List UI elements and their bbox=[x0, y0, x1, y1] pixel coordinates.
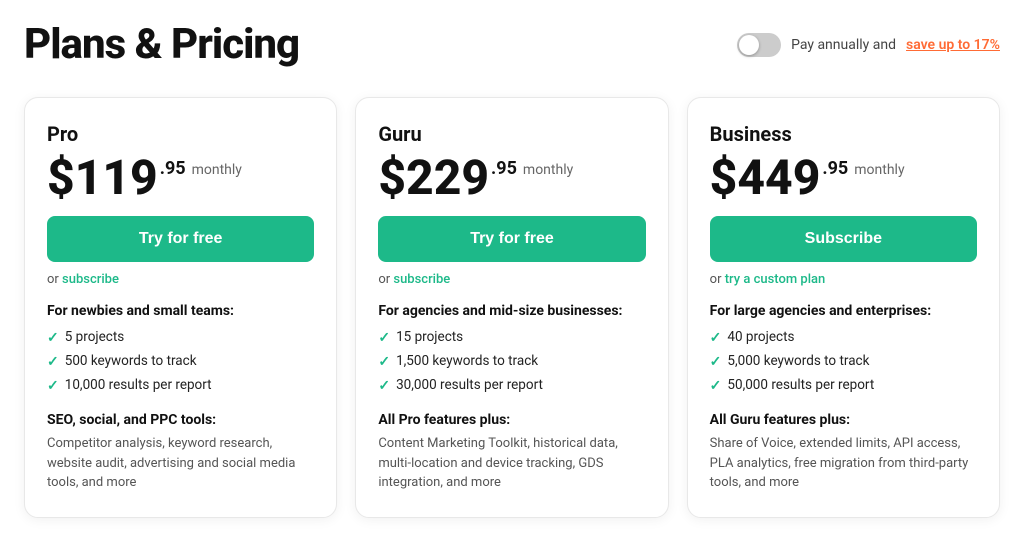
guru-tools-label: All Pro features plus: bbox=[378, 412, 645, 428]
business-tools-desc: Share of Voice, extended limits, API acc… bbox=[710, 434, 977, 493]
business-price-period: monthly bbox=[854, 162, 904, 178]
business-plan-name: Business bbox=[710, 122, 977, 146]
pro-or-text: or bbox=[47, 272, 62, 287]
list-item: ✓15 projects bbox=[378, 329, 645, 346]
check-icon: ✓ bbox=[710, 378, 722, 394]
page-header: Plans & Pricing Pay annually and save up… bbox=[24, 20, 1000, 69]
guru-plan-name: Guru bbox=[378, 122, 645, 146]
pro-audience-label: For newbies and small teams: bbox=[47, 303, 314, 319]
plan-card-business: Business $449 .95 monthly Subscribe or t… bbox=[687, 97, 1000, 518]
pro-price-period: monthly bbox=[192, 162, 242, 178]
guru-cta-button[interactable]: Try for free bbox=[378, 216, 645, 262]
plan-card-pro: Pro $119 .95 monthly Try for free or sub… bbox=[24, 97, 337, 518]
guru-audience-label: For agencies and mid-size businesses: bbox=[378, 303, 645, 319]
list-item: ✓5 projects bbox=[47, 329, 314, 346]
business-price-row: $449 .95 monthly bbox=[710, 154, 977, 202]
list-item: ✓1,500 keywords to track bbox=[378, 353, 645, 370]
check-icon: ✓ bbox=[47, 378, 59, 394]
pro-price-row: $119 .95 monthly bbox=[47, 154, 314, 202]
plans-container: Pro $119 .95 monthly Try for free or sub… bbox=[24, 97, 1000, 518]
annual-billing-toggle[interactable] bbox=[737, 33, 781, 57]
check-icon: ✓ bbox=[378, 378, 390, 394]
list-item: ✓500 keywords to track bbox=[47, 353, 314, 370]
business-audience-label: For large agencies and enterprises: bbox=[710, 303, 977, 319]
guru-price-period: monthly bbox=[523, 162, 573, 178]
check-icon: ✓ bbox=[378, 354, 390, 370]
check-icon: ✓ bbox=[378, 330, 390, 346]
pro-feature-list: ✓5 projects ✓500 keywords to track ✓10,0… bbox=[47, 329, 314, 394]
business-subscribe-area: or try a custom plan bbox=[710, 272, 977, 287]
pro-price-cents: .95 bbox=[160, 158, 186, 179]
guru-price-cents: .95 bbox=[491, 158, 517, 179]
pro-price-main: $119 bbox=[47, 154, 158, 202]
plan-card-guru: Guru $229 .95 monthly Try for free or su… bbox=[355, 97, 668, 518]
billing-toggle-area: Pay annually and save up to 17% bbox=[737, 33, 1000, 57]
list-item: ✓5,000 keywords to track bbox=[710, 353, 977, 370]
list-item: ✓30,000 results per report bbox=[378, 377, 645, 394]
pro-subscribe-link[interactable]: subscribe bbox=[62, 272, 119, 287]
list-item: ✓50,000 results per report bbox=[710, 377, 977, 394]
business-tools-label: All Guru features plus: bbox=[710, 412, 977, 428]
pro-subscribe-area: or subscribe bbox=[47, 272, 314, 287]
guru-subscribe-link[interactable]: subscribe bbox=[393, 272, 450, 287]
page-title: Plans & Pricing bbox=[24, 20, 299, 69]
toggle-knob bbox=[739, 35, 759, 55]
list-item: ✓40 projects bbox=[710, 329, 977, 346]
pro-tools-label: SEO, social, and PPC tools: bbox=[47, 412, 314, 428]
pro-tools-desc: Competitor analysis, keyword research, w… bbox=[47, 434, 314, 493]
business-price-cents: .95 bbox=[822, 158, 848, 179]
business-or-text: or bbox=[710, 272, 725, 287]
check-icon: ✓ bbox=[47, 330, 59, 346]
guru-subscribe-area: or subscribe bbox=[378, 272, 645, 287]
list-item: ✓10,000 results per report bbox=[47, 377, 314, 394]
pro-cta-button[interactable]: Try for free bbox=[47, 216, 314, 262]
guru-price-main: $229 bbox=[378, 154, 489, 202]
guru-or-text: or bbox=[378, 272, 393, 287]
business-cta-button[interactable]: Subscribe bbox=[710, 216, 977, 262]
guru-tools-desc: Content Marketing Toolkit, historical da… bbox=[378, 434, 645, 493]
business-feature-list: ✓40 projects ✓5,000 keywords to track ✓5… bbox=[710, 329, 977, 394]
check-icon: ✓ bbox=[710, 330, 722, 346]
billing-label: Pay annually and bbox=[791, 37, 896, 53]
guru-feature-list: ✓15 projects ✓1,500 keywords to track ✓3… bbox=[378, 329, 645, 394]
save-text: save up to 17% bbox=[906, 37, 1000, 53]
check-icon: ✓ bbox=[710, 354, 722, 370]
business-price-main: $449 bbox=[710, 154, 821, 202]
pro-plan-name: Pro bbox=[47, 122, 314, 146]
guru-price-row: $229 .95 monthly bbox=[378, 154, 645, 202]
check-icon: ✓ bbox=[47, 354, 59, 370]
business-custom-plan-link[interactable]: try a custom plan bbox=[725, 272, 826, 287]
